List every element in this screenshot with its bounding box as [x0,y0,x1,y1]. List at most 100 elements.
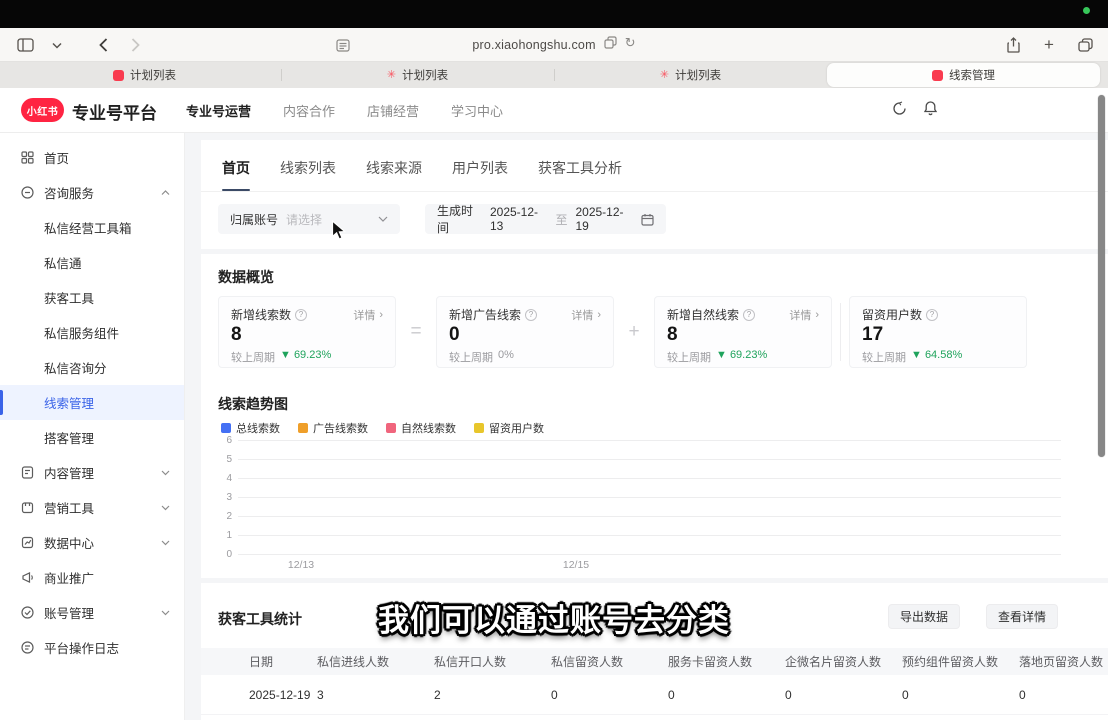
sidebar-item-dm-messenger[interactable]: 私信通 [0,245,184,280]
overview-panel: 数据概览 新增线索数 ? 详情› 8 较上周期▼ 69.23% = 新增广告线索… [201,254,1108,578]
browser-tab-lead-management[interactable]: 线索管理 [827,63,1100,87]
forward-button-icon[interactable] [124,34,146,56]
back-button-icon[interactable] [92,34,114,56]
stat-card-organic-leads: 新增自然线索 ? 详情› 8 较上周期▼ 69.23% [654,296,832,368]
tab-tool-analysis[interactable]: 获客工具分析 [538,158,622,191]
browser-tab-bar: 计划列表 ✳ 计划列表 ✳ 计划列表 线索管理 [0,62,1108,88]
compare-label: 较上周期 [862,349,906,365]
sidebar-item-dm-consult-score[interactable]: 私信咨询分 [0,350,184,385]
sidebar-item-home[interactable]: 首页 [0,140,184,175]
help-icon[interactable]: ? [926,309,938,321]
scrollbar-thumb[interactable] [1098,95,1105,457]
sidebar-item-content-management[interactable]: 内容管理 [0,455,184,490]
log-icon [20,641,35,654]
overview-section-title: 数据概览 [218,267,274,287]
stat-card-title: 留资用户数 [862,306,922,323]
stat-card-retained-users: 留资用户数 ? 17 较上周期▼ 64.58% [849,296,1027,368]
table-row: 2025-12-19 3 2 0 0 0 0 0 [201,675,1108,715]
sidebar-item-dm-toolbox[interactable]: 私信经营工具箱 [0,210,184,245]
sidebar-item-dm-service-component[interactable]: 私信服务组件 [0,315,184,350]
chevron-down-icon[interactable] [46,34,68,56]
content-tabs: 首页 线索列表 线索来源 用户列表 获客工具分析 [201,140,1108,192]
xiaohongshu-favicon [932,70,943,81]
tab-user-list[interactable]: 用户列表 [452,158,508,191]
app-nav: 专业号运营 内容合作 店铺经营 学习中心 [186,88,503,133]
nav-item-content-cooperation[interactable]: 内容合作 [283,101,335,120]
delta-value: ▼ 69.23% [716,349,767,365]
col-dm-retained: 私信留资人数 [551,653,668,670]
new-tab-icon[interactable]: + [1038,34,1060,56]
date-range-label: 生成时间 [437,202,482,236]
tab-overview-icon[interactable] [1074,34,1096,56]
y-axis-tick: 5 [218,454,232,465]
sidebar-item-data-center[interactable]: 数据中心 [0,525,184,560]
recording-indicator-dot [1083,7,1090,14]
plus-operator: + [614,321,654,343]
stat-card-ad-leads: 新增广告线索 ? 详情› 0 较上周期0% [436,296,614,368]
help-icon[interactable]: ? [295,309,307,321]
sidebar-item-customer-acquisition[interactable]: 搭客管理 [0,420,184,455]
col-wecom-card-retained: 企微名片留资人数 [785,653,902,670]
stat-card-new-leads: 新增线索数 ? 详情› 8 较上周期▼ 69.23% [218,296,396,368]
sidebar-item-lead-management[interactable]: 线索管理 [0,385,184,420]
document-icon [20,466,35,479]
bell-icon[interactable] [923,100,938,121]
y-axis-tick: 2 [218,511,232,522]
date-end-value: 2025-12-19 [575,205,633,233]
legend-ad-leads[interactable]: 广告线索数 [298,420,368,436]
browser-tab-plan-list-2[interactable]: ✳ 计划列表 [281,62,554,88]
chevron-up-icon [161,190,170,196]
help-icon[interactable]: ? [525,309,537,321]
detail-link[interactable]: 详情› [789,307,819,323]
loading-spinner-icon: ✳ [387,70,396,81]
detail-link[interactable]: 详情› [353,307,383,323]
legend-total-leads[interactable]: 总线索数 [221,420,280,436]
legend-organic-leads[interactable]: 自然线索数 [386,420,456,436]
xiaohongshu-logo[interactable]: 小红书 [21,98,64,122]
date-range-picker[interactable]: 生成时间 2025-12-13 至 2025-12-19 [425,204,666,234]
y-axis-tick: 6 [218,435,232,446]
col-booking-retained: 预约组件留资人数 [902,653,1019,670]
help-icon[interactable]: ? [743,309,755,321]
legend-retained-users[interactable]: 留资用户数 [474,420,544,436]
tab-home[interactable]: 首页 [222,158,250,191]
reload-icon[interactable]: ↻ [625,36,636,54]
tab-lead-source[interactable]: 线索来源 [366,158,422,191]
chevron-down-icon [161,505,170,511]
chart-legend: 总线索数 广告线索数 自然线索数 留资用户数 [221,420,544,436]
stat-card-value: 8 [231,324,383,346]
sidebar-item-lead-tools[interactable]: 获客工具 [0,280,184,315]
nav-item-pro-operation[interactable]: 专业号运营 [186,101,251,120]
legend-swatch [474,423,484,433]
table-header-row: 日期 私信进线人数 私信开口人数 私信留资人数 服务卡留资人数 企微名片留资人数… [201,648,1108,675]
nav-item-shop-operation[interactable]: 店铺经营 [367,101,419,120]
sidebar-item-marketing-tools[interactable]: 营销工具 [0,490,184,525]
trend-section-title: 线索趋势图 [218,394,288,414]
address-bar-url[interactable]: pro.xiaohongshu.com [472,38,595,52]
stat-card-value: 8 [667,324,819,346]
megaphone-icon [20,571,35,584]
nav-item-learning-center[interactable]: 学习中心 [451,101,503,120]
gridline [238,554,1061,555]
tabs-filter-panel: 首页 线索列表 线索来源 用户列表 获客工具分析 归属账号 请选择 生成时间 2… [201,140,1108,249]
share-icon[interactable] [1002,34,1024,56]
refresh-icon[interactable] [892,101,907,121]
reader-view-icon[interactable] [332,34,354,56]
screen: pro.xiaohongshu.com ↻ + 计划列表 ✳ 计 [0,0,1108,720]
account-select[interactable]: 归属账号 请选择 [218,204,400,234]
grid-icon [20,151,35,164]
sidebar-item-business-promotion[interactable]: 商业推广 [0,560,184,595]
sidebar-toggle-icon[interactable] [14,34,36,56]
table-row-partial: 2025-12-18 0 0 0 0 0 0 0 [201,715,1108,720]
legend-swatch [298,423,308,433]
detail-link[interactable]: 详情› [571,307,601,323]
sidebar-item-consult-service[interactable]: 咨询服务 [0,175,184,210]
legend-swatch [386,423,396,433]
browser-tab-plan-list-1[interactable]: 计划列表 [8,62,281,88]
tab-lead-list[interactable]: 线索列表 [280,158,336,191]
copy-pages-icon[interactable] [604,36,617,54]
video-subtitle-overlay: 我们可以通过账号去分类 [0,595,1108,640]
y-axis-tick: 1 [218,530,232,541]
stat-card-title: 新增广告线索 [449,306,521,323]
browser-tab-plan-list-3[interactable]: ✳ 计划列表 [554,62,827,88]
